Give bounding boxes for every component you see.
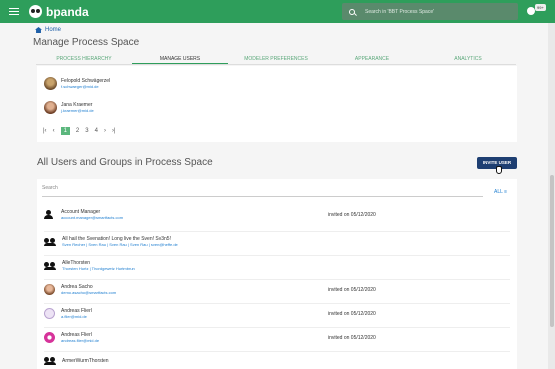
page-button[interactable]: 2 (76, 128, 79, 134)
list-item[interactable]: Jana Kraemer j.kraemer@mid.de (44, 101, 94, 114)
page-button[interactable]: 4 (95, 128, 98, 134)
mouse-cursor-icon (496, 166, 502, 174)
row-sub[interactable]: Thorsten Hurtz | Thordgewetz Hurtmbrun (62, 266, 510, 271)
table-row[interactable]: Andrea Sacho demo.asacho@smartfacts.com i… (44, 279, 510, 295)
avatar (44, 308, 55, 319)
all-users-card: Search ALL ≡ Account Manager account.mana… (37, 179, 517, 369)
filter-icon: ≡ (504, 189, 508, 195)
status-text: invited on 05/12/2020 (328, 334, 376, 341)
tab-analytics[interactable]: ANALYTICS (420, 54, 516, 64)
table-row[interactable]: ArmerWurmThorsten (44, 351, 510, 365)
tab-process-hierarchy[interactable]: PROCESS HIERARCHY (36, 54, 132, 64)
table-row[interactable]: All hail the Svenation! Long live the Sv… (44, 231, 510, 247)
group-icon (44, 356, 56, 365)
status-text: invited on 05/12/2020 (328, 310, 376, 317)
top-bar: bpanda Search in 'BBT Process Space' 99+ (0, 0, 555, 23)
row-sub[interactable]: account.manager@smartfacts.com (61, 215, 510, 220)
avatar (44, 332, 55, 343)
global-search-input[interactable]: Search in 'BBT Process Space' (342, 3, 518, 20)
status-text: invited on 05/12/2020 (328, 286, 376, 293)
user-email[interactable]: f.schwaeger@mid.de (61, 84, 110, 89)
avatar (44, 284, 55, 295)
table-row[interactable]: Andreas Flierl andreas.flier@mid.de invit… (44, 327, 510, 343)
filter-all-label: ALL (494, 189, 503, 195)
page-title: Manage Process Space (33, 37, 140, 48)
list-item[interactable]: Felopold Schwägerzel f.schwaeger@mid.de (44, 77, 110, 90)
next-page-icon[interactable]: › (104, 128, 106, 134)
user-search-input[interactable]: Search (42, 185, 483, 197)
search-placeholder: Search in 'BBT Process Space' (365, 8, 435, 15)
avatar (44, 77, 57, 90)
last-page-icon[interactable]: ›| (112, 128, 116, 134)
table-row[interactable]: Andreas Flierl a.flier@mid.de invited on … (44, 303, 510, 319)
tab-modeler-preferences[interactable]: MODELER PREFERENCES (228, 54, 324, 64)
tab-manage-users[interactable]: MANAGE USERS (132, 54, 228, 64)
breadcrumb[interactable]: Home (35, 27, 61, 33)
row-name: ArmerWurmThorsten (62, 357, 109, 364)
menu-icon[interactable] (9, 8, 19, 15)
filter-all-button[interactable]: ALL ≡ (494, 189, 507, 195)
row-sub[interactable]: andreas.flier@mid.de (61, 338, 510, 343)
brand-name: bpanda (46, 4, 89, 19)
page-button[interactable]: 3 (85, 128, 88, 134)
first-page-icon[interactable]: |‹ (43, 128, 47, 134)
search-icon (349, 8, 355, 15)
table-row[interactable]: AlleThorsten Thorsten Hurtz | Thordgewetz… (44, 255, 510, 271)
group-icon (44, 261, 56, 270)
row-sub[interactable]: Sven Recher | Sven Rau | Sven Rau | Sven… (62, 242, 510, 247)
row-sub[interactable]: demo.asacho@smartfacts.com (61, 290, 510, 295)
breadcrumb-home[interactable]: Home (45, 27, 61, 33)
person-icon (44, 210, 53, 219)
notification-badge: 99+ (535, 4, 546, 11)
tab-bar: PROCESS HIERARCHY MANAGE USERS MODELER P… (36, 54, 516, 65)
user-email[interactable]: j.kraemer@mid.de (61, 108, 94, 113)
home-icon (35, 27, 42, 33)
section-title: All Users and Groups in Process Space (37, 157, 213, 168)
panda-logo-icon (29, 5, 42, 18)
row-sub[interactable]: a.flier@mid.de (61, 314, 510, 319)
page-button[interactable]: 1 (60, 127, 70, 135)
tab-appearance[interactable]: APPEARANCE (324, 54, 420, 64)
pagination: |‹ ‹ 1 2 3 4 › ›| (43, 127, 122, 135)
group-icon (44, 237, 56, 246)
avatar (44, 101, 57, 114)
users-card: Felopold Schwägerzel f.schwaeger@mid.de … (37, 66, 517, 142)
status-text: invited on 05/12/2020 (328, 211, 376, 218)
prev-page-icon[interactable]: ‹ (53, 128, 55, 134)
table-row[interactable]: Account Manager account.manager@smartfact… (44, 209, 510, 220)
scrollbar-thumb[interactable] (550, 175, 554, 327)
